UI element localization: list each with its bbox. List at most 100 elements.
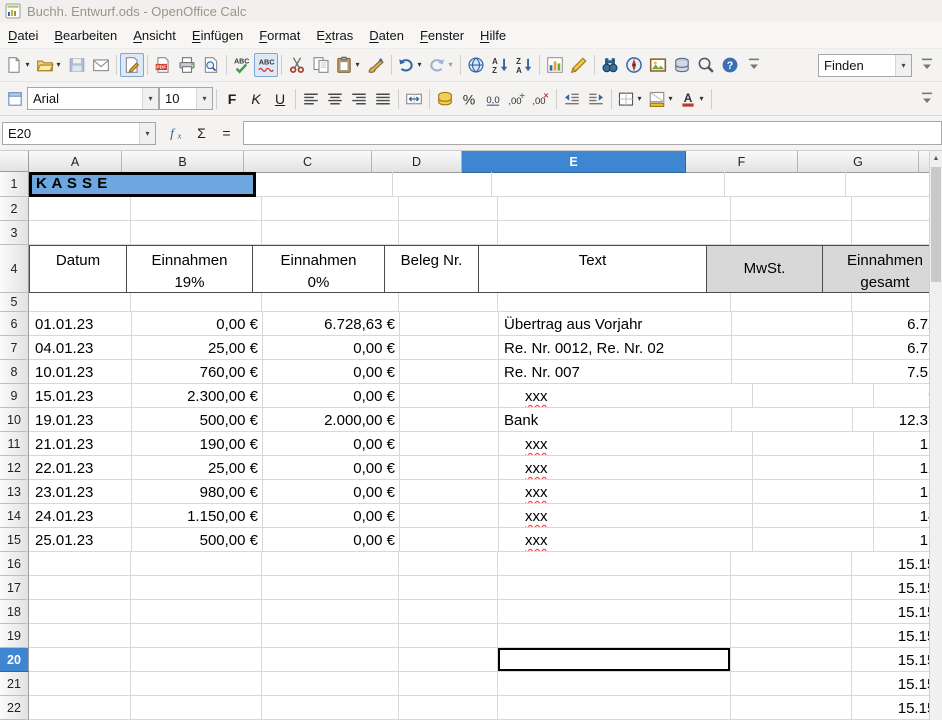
column-header-E[interactable]: E	[462, 151, 686, 173]
format-paintbrush-button[interactable]	[364, 53, 388, 77]
cell-D3[interactable]	[399, 221, 498, 245]
undo-button[interactable]: ▾	[395, 53, 426, 77]
cell-F1[interactable]	[725, 172, 846, 197]
cell-B5[interactable]	[131, 293, 262, 312]
align-right-button[interactable]	[347, 87, 371, 111]
dropdown-arrow-icon[interactable]: ▾	[446, 61, 455, 69]
email-button[interactable]	[89, 53, 113, 77]
cell-D17[interactable]	[399, 576, 498, 600]
cell-F4[interactable]: MwSt.	[707, 245, 823, 293]
cell-A10[interactable]: 19.01.23	[29, 408, 132, 432]
find-toolbar-options-button[interactable]	[915, 53, 939, 77]
font-size-combo-dropdown-icon[interactable]: ▾	[196, 88, 212, 109]
row-header-8[interactable]: 8	[0, 360, 29, 384]
cell-E5[interactable]	[498, 293, 731, 312]
cell-F20[interactable]	[731, 648, 852, 672]
row-header-3[interactable]: 3	[0, 221, 29, 245]
cell-E8[interactable]: Re. Nr. 007	[499, 360, 732, 384]
column-header-C[interactable]: C	[244, 151, 372, 173]
cell-A13[interactable]: 23.01.23	[29, 480, 132, 504]
sort-ascending-button[interactable]: AZ	[488, 53, 512, 77]
cell-B19[interactable]	[131, 624, 262, 648]
decrease-indent-button[interactable]	[560, 87, 584, 111]
cell-F10[interactable]	[732, 408, 853, 432]
row-header-5[interactable]: 5	[0, 293, 29, 312]
cell-E19[interactable]	[498, 624, 731, 648]
cell-B9[interactable]: 2.300,00 €	[132, 384, 263, 408]
cell-E16[interactable]	[498, 552, 731, 576]
cell-E18[interactable]	[498, 600, 731, 624]
column-header-D[interactable]: D	[372, 151, 462, 173]
menu-fenster[interactable]: Fenster	[412, 24, 472, 47]
name-box-dropdown-icon[interactable]: ▾	[139, 123, 155, 144]
dropdown-arrow-icon[interactable]: ▾	[697, 95, 706, 103]
cell-C11[interactable]: 0,00 €	[263, 432, 400, 456]
cell-A11[interactable]: 21.01.23	[29, 432, 132, 456]
add-decimal-button[interactable]: ,00+	[505, 87, 529, 111]
spellcheck-button[interactable]: ABC	[230, 53, 254, 77]
find-replace-button[interactable]	[598, 53, 622, 77]
cell-D1[interactable]	[393, 172, 492, 197]
cell-F17[interactable]	[731, 576, 852, 600]
cell-D4[interactable]: Beleg Nr.	[385, 245, 479, 293]
cell-D19[interactable]	[399, 624, 498, 648]
cell-F21[interactable]	[731, 672, 852, 696]
cell-D18[interactable]	[399, 600, 498, 624]
row-header-2[interactable]: 2	[0, 197, 29, 221]
cell-D15[interactable]	[400, 528, 499, 552]
align-center-button[interactable]	[323, 87, 347, 111]
cell-D12[interactable]	[400, 456, 499, 480]
cell-C14[interactable]: 0,00 €	[263, 504, 400, 528]
cell-A18[interactable]	[29, 600, 131, 624]
column-header-F[interactable]: F	[686, 151, 798, 173]
cell-A6[interactable]: 01.01.23	[29, 312, 132, 336]
cell-C4[interactable]: Einnahmen 0%	[253, 245, 385, 293]
row-header-7[interactable]: 7	[0, 336, 29, 360]
dropdown-arrow-icon[interactable]: ▾	[666, 95, 675, 103]
cell-B15[interactable]: 500,00 €	[132, 528, 263, 552]
find-dropdown-icon[interactable]: ▾	[895, 55, 911, 76]
increase-indent-button[interactable]	[584, 87, 608, 111]
cell-E1[interactable]	[492, 172, 725, 197]
cell-D10[interactable]	[400, 408, 499, 432]
row-header-16[interactable]: 16	[0, 552, 29, 576]
row-header-4[interactable]: 4	[0, 245, 29, 293]
row-header-11[interactable]: 11	[0, 432, 29, 456]
cell-C17[interactable]	[262, 576, 399, 600]
cell-F7[interactable]	[732, 336, 853, 360]
cell-B4[interactable]: Einnahmen 19%	[127, 245, 253, 293]
function-wizard-button[interactable]: fx	[164, 122, 189, 144]
cell-C6[interactable]: 6.728,63 €	[263, 312, 400, 336]
row-header-20[interactable]: 20	[0, 648, 29, 672]
sort-descending-button[interactable]: ZA	[512, 53, 536, 77]
cell-G4[interactable]: Einnahmen gesamt	[823, 245, 942, 293]
row-header-15[interactable]: 15	[0, 528, 29, 552]
cell-C21[interactable]	[262, 672, 399, 696]
cut-button[interactable]	[285, 53, 309, 77]
menu-einfgen[interactable]: Einfügen	[184, 24, 251, 47]
cell-E4[interactable]: Text	[479, 245, 707, 293]
number-format-percent-button[interactable]: %	[457, 87, 481, 111]
borders-button[interactable]: ▾	[615, 87, 646, 111]
background-color-button[interactable]: ▾	[646, 87, 677, 111]
new-document-button[interactable]: ▾	[3, 53, 34, 77]
cell-A7[interactable]: 04.01.23	[29, 336, 132, 360]
cell-F5[interactable]	[731, 293, 852, 312]
cell-D7[interactable]	[400, 336, 499, 360]
cell-F2[interactable]	[731, 197, 852, 221]
dropdown-arrow-icon[interactable]: ▾	[54, 61, 63, 69]
cell-C7[interactable]: 0,00 €	[263, 336, 400, 360]
cell-B16[interactable]	[131, 552, 262, 576]
cell-A8[interactable]: 10.01.23	[29, 360, 132, 384]
row-header-17[interactable]: 17	[0, 576, 29, 600]
format-window-button[interactable]	[3, 87, 27, 111]
cell-C18[interactable]	[262, 600, 399, 624]
copy-button[interactable]	[309, 53, 333, 77]
number-format-standard-button[interactable]: 0,0	[481, 87, 505, 111]
sum-button[interactable]: Σ	[189, 122, 214, 144]
cell-A12[interactable]: 22.01.23	[29, 456, 132, 480]
menu-extras[interactable]: Extras	[308, 24, 361, 47]
name-box[interactable]: E20 ▾	[2, 122, 156, 145]
cell-E3[interactable]	[498, 221, 731, 245]
row-header-21[interactable]: 21	[0, 672, 29, 696]
